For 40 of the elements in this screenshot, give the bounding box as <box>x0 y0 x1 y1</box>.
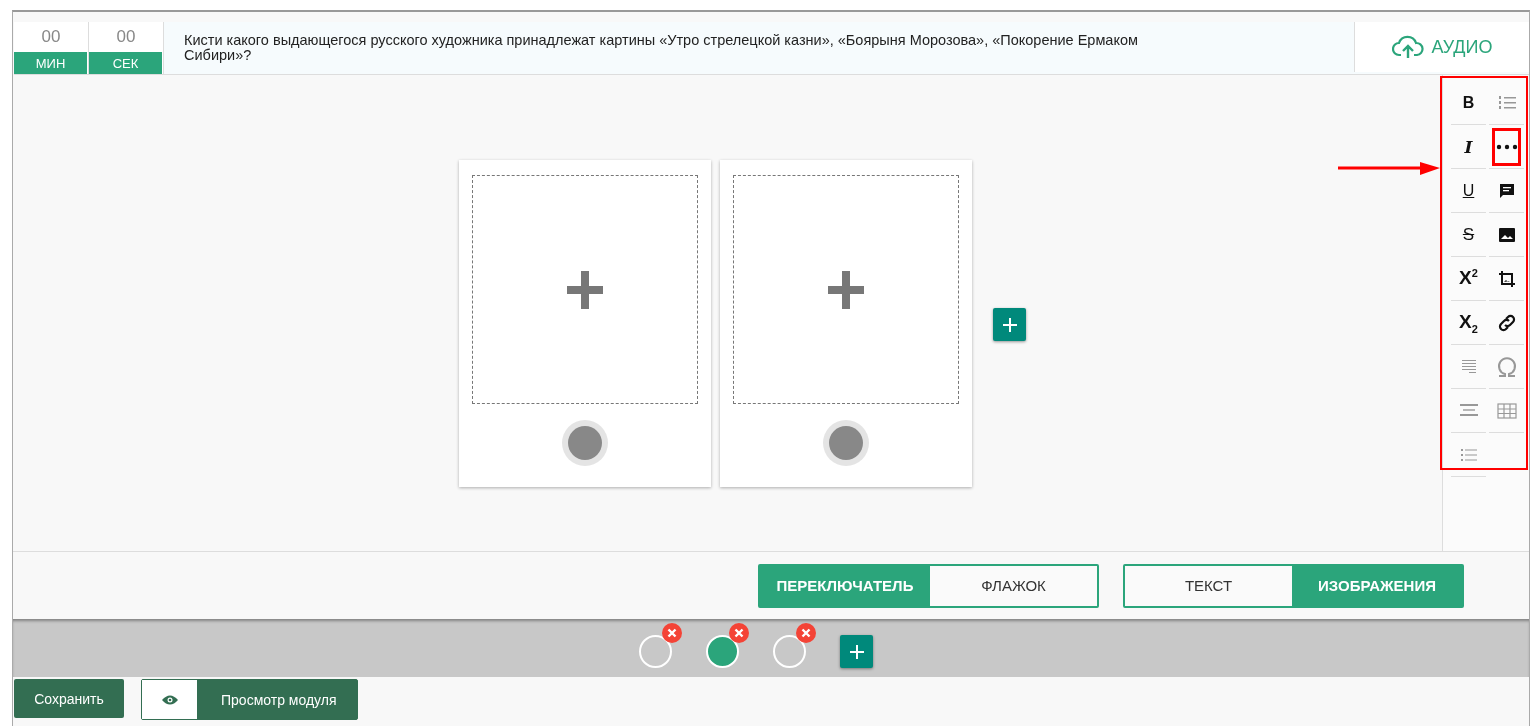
question-text: Кисти какого выдающегося русского художника принадлежат картины «Утро стрелецкой казни», «Боярыня Морозова», «Покорение Ермаком Сибири»? <box>183 31 1139 65</box>
ordered-list-icon <box>1497 94 1516 111</box>
eye-icon <box>161 694 178 705</box>
image-drop-zone[interactable] <box>733 175 959 404</box>
delete-icon[interactable] <box>662 622 682 643</box>
add-answer-button[interactable] <box>993 308 1026 341</box>
add-page-button[interactable] <box>840 635 873 668</box>
link-icon <box>1496 312 1517 333</box>
bullet-list-icon <box>1459 447 1478 462</box>
timer-value: 00 <box>89 22 163 52</box>
strike-button[interactable]: S <box>1451 213 1486 257</box>
bold-button[interactable]: B <box>1451 81 1486 125</box>
delete-icon[interactable] <box>729 622 749 643</box>
plus-icon <box>849 644 864 659</box>
align-center-icon <box>1458 402 1479 419</box>
timer-value: 00 <box>14 22 88 52</box>
plus-icon <box>828 270 864 309</box>
justify-icon <box>1460 358 1477 375</box>
more-button[interactable] <box>1489 125 1524 169</box>
delete-icon[interactable] <box>796 622 816 643</box>
plus-icon <box>567 270 603 309</box>
correct-answer-radio[interactable] <box>823 420 869 466</box>
timer-unit: МИН <box>14 52 88 74</box>
timer-unit: СЕК <box>89 52 163 74</box>
plus-icon <box>1002 317 1017 332</box>
image-icon <box>1497 226 1516 243</box>
preview-button[interactable]: Просмотр модуля <box>141 679 358 720</box>
subscript-button[interactable]: X$_{2}$ <box>1451 301 1486 345</box>
image-drop-zone[interactable] <box>472 175 698 404</box>
save-button[interactable]: Сохранить <box>14 679 124 718</box>
omega-icon <box>1495 355 1518 378</box>
comment-icon <box>1497 181 1516 200</box>
underline-button[interactable]: U <box>1451 169 1486 213</box>
table-icon <box>1496 402 1517 419</box>
superscript-button[interactable]: X$^{2}$ <box>1451 257 1486 301</box>
correct-answer-radio[interactable] <box>562 420 608 466</box>
italic-button[interactable]: I <box>1451 125 1486 169</box>
crop-icon <box>1497 269 1516 288</box>
cloud-upload-icon <box>1391 35 1424 59</box>
more-icon <box>1495 143 1518 150</box>
